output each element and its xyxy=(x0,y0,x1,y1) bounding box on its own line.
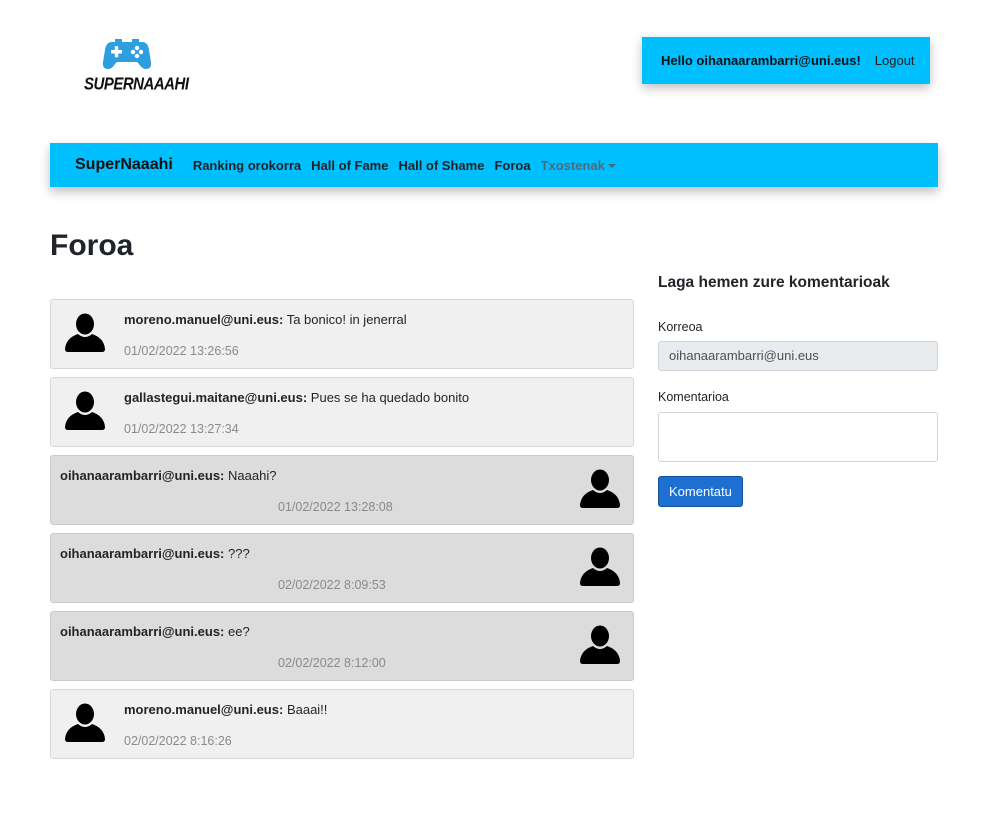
user-box: Hello oihanaarambarri@uni.eus! Logout xyxy=(642,37,930,84)
gamepad-icon xyxy=(102,39,152,69)
page-title: Foroa xyxy=(50,229,134,262)
nav-txostenak-label: Txostenak xyxy=(540,157,605,173)
nav-foroa[interactable]: Foroa xyxy=(494,158,530,173)
post-timestamp: 02/02/2022 8:12:00 xyxy=(278,656,386,670)
nav-hall-of-shame[interactable]: Hall of Shame xyxy=(398,158,484,173)
post-message: oihanaarambarri@uni.eus: ee? xyxy=(60,624,250,639)
greeting: Hello oihanaarambarri@uni.eus! xyxy=(661,53,861,68)
submit-comment-button[interactable]: Komentatu xyxy=(658,476,743,507)
comment-form: Laga hemen zure komentarioak Korreoa oih… xyxy=(658,270,938,507)
post-message: oihanaarambarri@uni.eus: ??? xyxy=(60,546,250,561)
user-avatar-icon xyxy=(579,547,621,587)
post-author: gallastegui.maitane@uni.eus: xyxy=(124,390,308,405)
post-text: Ta bonico! in jenerral xyxy=(286,312,407,327)
post-text: Naaahi? xyxy=(228,468,277,483)
post-text: ??? xyxy=(228,546,250,561)
forum-post: moreno.manuel@uni.eus: Baaai!! 02/02/2022… xyxy=(50,689,634,759)
post-text: Pues se ha quedado bonito xyxy=(310,390,470,405)
user-avatar-icon xyxy=(64,703,106,743)
post-message: moreno.manuel@uni.eus: Ta bonico! in jen… xyxy=(124,312,407,327)
email-label: Korreoa xyxy=(658,320,703,334)
post-message: oihanaarambarri@uni.eus: Naaahi? xyxy=(60,468,276,483)
user-avatar-icon xyxy=(64,313,106,353)
post-timestamp: 01/02/2022 13:28:08 xyxy=(278,500,393,514)
email-field[interactable]: oihanaarambarri@uni.eus xyxy=(658,341,938,371)
comment-textarea[interactable] xyxy=(658,412,938,462)
post-timestamp: 02/02/2022 8:16:26 xyxy=(124,734,232,748)
forum-post: gallastegui.maitane@uni.eus: Pues se ha … xyxy=(50,377,634,447)
form-title: Laga hemen zure komentarioak xyxy=(658,274,890,291)
forum-post: moreno.manuel@uni.eus: Ta bonico! in jen… xyxy=(50,299,634,369)
post-message: gallastegui.maitane@uni.eus: Pues se ha … xyxy=(124,390,469,405)
post-author: moreno.manuel@uni.eus: xyxy=(124,312,284,327)
post-timestamp: 01/02/2022 13:26:56 xyxy=(124,344,239,358)
nav-hall-of-fame[interactable]: Hall of Fame xyxy=(311,158,388,173)
post-author: oihanaarambarri@uni.eus: xyxy=(60,546,225,561)
post-text: ee? xyxy=(228,624,250,639)
site-logo[interactable]: SUPERNAAAHI xyxy=(84,36,189,98)
user-avatar-icon xyxy=(579,625,621,665)
post-author: oihanaarambarri@uni.eus: xyxy=(60,624,225,639)
post-text: Baaai!! xyxy=(286,702,328,717)
forum-post: oihanaarambarri@uni.eus: Naaahi? 01/02/20… xyxy=(50,455,634,525)
nav-txostenak-dropdown[interactable]: Txostenak xyxy=(541,158,616,173)
main-navbar: SuperNaaahi Ranking orokorra Hall of Fam… xyxy=(50,143,938,187)
nav-brand[interactable]: SuperNaaahi xyxy=(75,156,173,174)
user-avatar-icon xyxy=(579,469,621,509)
comment-label: Komentarioa xyxy=(658,390,729,404)
post-author: moreno.manuel@uni.eus: xyxy=(124,702,284,717)
post-timestamp: 01/02/2022 13:27:34 xyxy=(124,422,239,436)
forum-post: oihanaarambarri@uni.eus: ee? 02/02/2022 8… xyxy=(50,611,634,681)
forum-post-list: moreno.manuel@uni.eus: Ta bonico! in jen… xyxy=(50,299,634,767)
forum-post: oihanaarambarri@uni.eus: ??? 02/02/2022 8… xyxy=(50,533,634,603)
user-avatar-icon xyxy=(64,391,106,431)
nav-ranking[interactable]: Ranking orokorra xyxy=(193,158,301,173)
post-message: moreno.manuel@uni.eus: Baaai!! xyxy=(124,702,327,717)
logout-link[interactable]: Logout xyxy=(875,53,915,68)
logo-text: SUPERNAAAHI xyxy=(84,74,189,95)
caret-down-icon xyxy=(607,164,616,169)
post-author: oihanaarambarri@uni.eus: xyxy=(60,468,225,483)
post-timestamp: 02/02/2022 8:09:53 xyxy=(278,578,386,592)
